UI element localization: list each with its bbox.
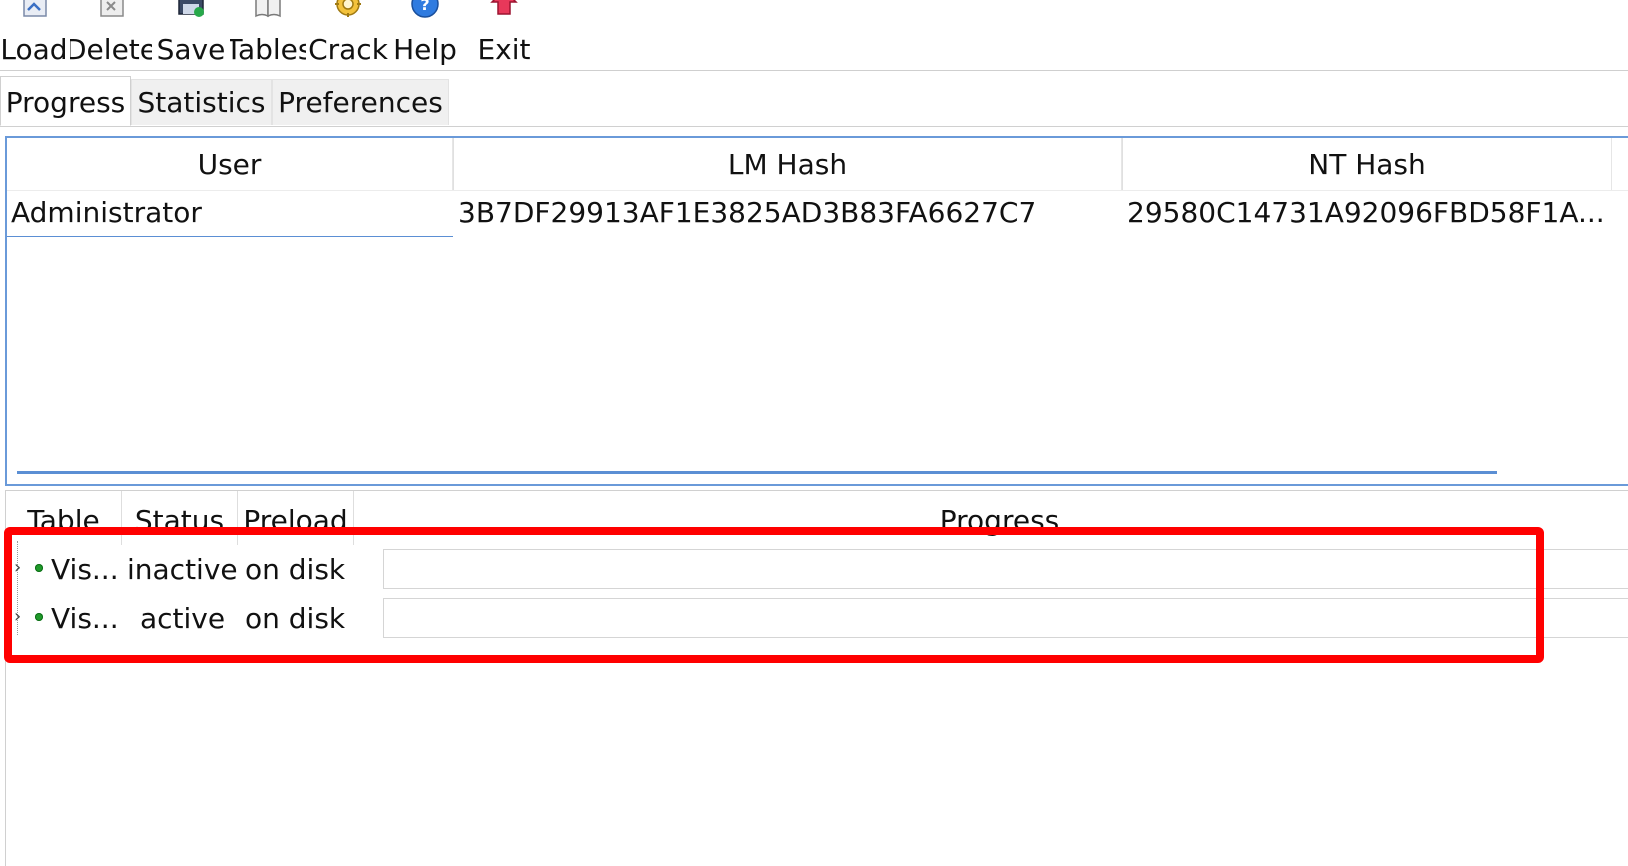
delete-label: Delete [70, 33, 152, 66]
rainbow-tables-list: Table Status Preload Progress › Vis... i… [5, 490, 1628, 866]
progress-bar [383, 598, 1628, 638]
tables-button[interactable]: Tables [230, 0, 306, 70]
users-table-header: User LM Hash NT Hash [7, 138, 1628, 191]
tab-progress[interactable]: Progress [0, 76, 131, 126]
cell-preload: on disk [245, 602, 346, 635]
users-table: User LM Hash NT Hash Administrator 3B7DF… [5, 136, 1628, 486]
cell-nt-hash: 29580C14731A92096FBD58F1A... [1127, 196, 1605, 229]
load-button[interactable]: Load [0, 0, 68, 70]
column-header-nt-hash[interactable]: NT Hash [1122, 138, 1612, 190]
delete-icon [100, 0, 124, 17]
column-header-preload[interactable]: Preload [238, 491, 354, 545]
crack-icon [335, 0, 361, 17]
column-header-progress[interactable]: Progress [354, 491, 1628, 545]
crack-label: Crack [308, 33, 388, 66]
progress-bar [383, 549, 1628, 589]
status-dot-icon [35, 564, 43, 572]
column-header-lm-hash[interactable]: LM Hash [453, 138, 1122, 190]
help-icon: ? [411, 0, 439, 18]
column-header-user[interactable]: User [7, 138, 453, 190]
exit-button[interactable]: Exit [470, 0, 538, 70]
column-header-status[interactable]: Status [122, 491, 238, 545]
exit-icon [490, 0, 518, 15]
tables-label: Tables [230, 33, 306, 66]
cell-status: active [140, 602, 226, 635]
tab-bar: Progress Statistics Preferences [0, 76, 1628, 127]
expand-arrow-icon[interactable]: › [14, 594, 26, 642]
table-row[interactable]: › Vis... active on disk [6, 594, 1628, 642]
expand-arrow-icon[interactable]: › [14, 545, 26, 593]
help-button[interactable]: ? Help [389, 0, 461, 70]
table-row[interactable]: Administrator 3B7DF29913AF1E3825AD3B83FA… [7, 190, 1628, 236]
help-label: Help [393, 33, 457, 66]
cell-status: inactive [127, 553, 238, 586]
status-dot-icon [35, 613, 43, 621]
save-label: Save [156, 33, 226, 66]
ophcrack-window: Load Delete Save Tables Crack ? Help Exi… [0, 0, 1628, 866]
cell-user: Administrator [11, 196, 202, 229]
row-focus-line [7, 236, 453, 237]
table-row[interactable]: › Vis... inactive on disk [6, 545, 1628, 593]
exit-label: Exit [477, 33, 531, 66]
delete-button[interactable]: Delete [70, 0, 152, 70]
tab-preferences[interactable]: Preferences [272, 79, 449, 125]
tables-icon [255, 0, 281, 18]
save-icon [178, 0, 204, 17]
cell-table-name: Vis... [51, 602, 119, 635]
crack-button[interactable]: Crack [308, 0, 388, 70]
svg-text:?: ? [420, 0, 429, 14]
load-label: Load [0, 33, 68, 66]
cell-preload: on disk [245, 553, 346, 586]
save-button[interactable]: Save [155, 0, 227, 70]
cell-table-name: Vis... [51, 553, 119, 586]
load-icon [23, 0, 47, 17]
toolbar: Load Delete Save Tables Crack ? Help Exi… [0, 0, 1628, 71]
tab-statistics[interactable]: Statistics [131, 79, 272, 125]
column-header-table[interactable]: Table [6, 491, 122, 545]
cell-lm-hash: 3B7DF29913AF1E3825AD3B83FA6627C7 [458, 196, 1037, 229]
horizontal-scrollbar[interactable] [17, 471, 1497, 474]
